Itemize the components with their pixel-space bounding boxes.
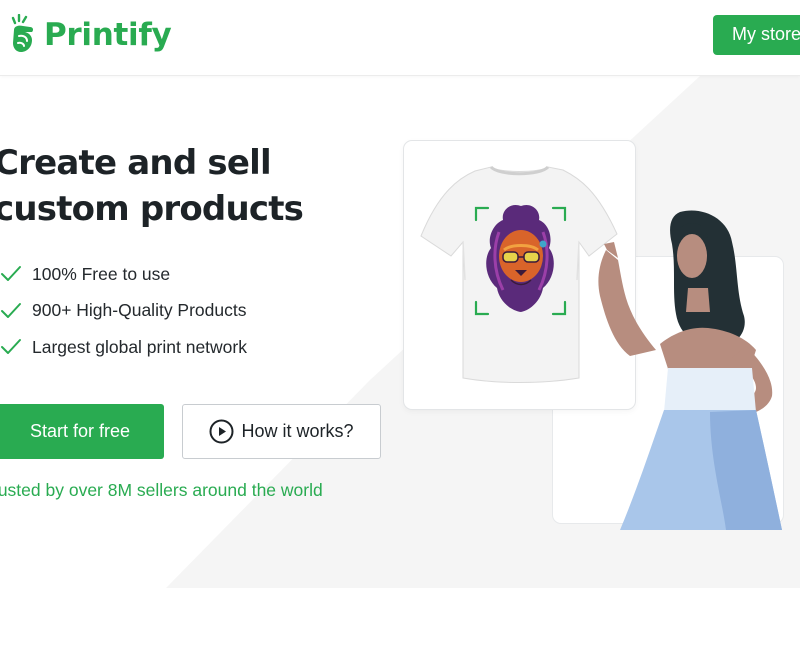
check-icon xyxy=(1,266,21,282)
hero-title: Create and sell custom products xyxy=(0,140,304,232)
hero-title-line-1: Create and sell xyxy=(0,143,272,183)
play-circle-icon xyxy=(209,419,234,444)
feature-list: 100% Free to use 900+ High-Quality Produ… xyxy=(0,256,247,366)
feature-label: 100% Free to use xyxy=(32,263,171,284)
woman-illustration xyxy=(598,210,782,530)
feature-item: Largest global print network xyxy=(0,329,247,366)
brand-name: Printify xyxy=(44,17,172,53)
feature-item: 900+ High-Quality Products xyxy=(0,293,247,330)
hero-title-line-2: custom products xyxy=(0,189,304,229)
feature-item: 100% Free to use xyxy=(0,256,247,293)
brand-logo[interactable]: Printify xyxy=(10,14,172,56)
how-it-works-button[interactable]: How it works? xyxy=(182,404,381,459)
my-store-button[interactable]: My store xyxy=(713,15,800,55)
trust-text: rusted by over 8M sellers around the wor… xyxy=(0,480,323,500)
check-icon xyxy=(1,339,21,355)
feature-label: 900+ High-Quality Products xyxy=(32,300,247,321)
top-navigation-bar: Printify My store xyxy=(0,0,800,76)
printify-hand-icon xyxy=(11,14,34,52)
check-icon xyxy=(1,302,21,318)
how-it-works-label: How it works? xyxy=(241,421,354,441)
start-for-free-button[interactable]: Start for free xyxy=(0,404,164,459)
feature-label: Largest global print network xyxy=(32,336,247,357)
